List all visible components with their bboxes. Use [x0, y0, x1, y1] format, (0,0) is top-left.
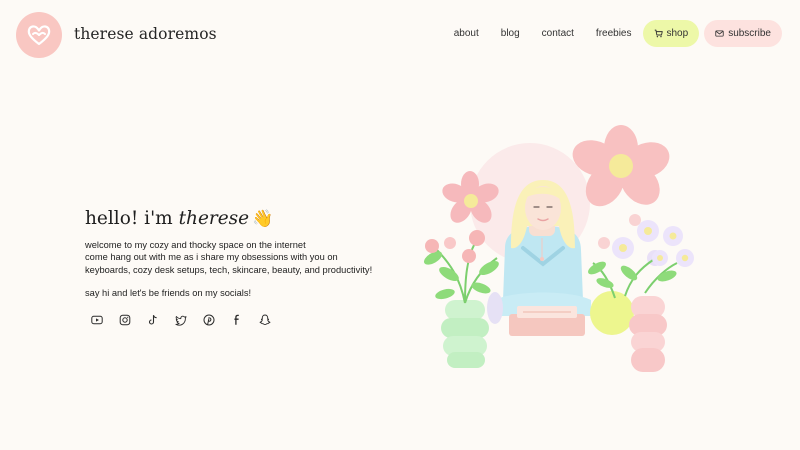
- intro-line: keyboards, cozy desk setups, tech, skinc…: [85, 264, 373, 275]
- intro-text: welcome to my cozy and thocky space on t…: [85, 239, 405, 276]
- yellow-vase: [590, 291, 634, 335]
- nav-about[interactable]: about: [454, 28, 479, 39]
- intro-line: welcome to my cozy and thocky space on t…: [85, 240, 306, 250]
- subscribe-button[interactable]: subscribe: [704, 20, 782, 47]
- twitter-icon: [175, 315, 187, 326]
- hero-section: hello! i'm therese 👋 welcome to my cozy a…: [85, 208, 405, 298]
- tiktok-link[interactable]: [147, 314, 159, 326]
- cart-icon: [654, 29, 663, 38]
- waving-hand-icon: 👋: [252, 209, 274, 229]
- green-vase: [441, 300, 489, 368]
- lavender-vase: [487, 292, 503, 324]
- pinterest-icon: [203, 314, 215, 326]
- main-nav: about blog contact freebies shop subscri…: [454, 20, 782, 47]
- snapchat-icon: [259, 314, 271, 326]
- instagram-link[interactable]: [119, 314, 131, 326]
- right-bouquet: [588, 214, 694, 299]
- greeting-prefix: hello! i'm: [85, 208, 173, 229]
- youtube-icon: [91, 315, 103, 325]
- shop-button[interactable]: shop: [642, 20, 700, 47]
- snapchat-link[interactable]: [259, 314, 271, 326]
- nav-blog[interactable]: blog: [501, 28, 520, 39]
- youtube-link[interactable]: [91, 314, 103, 326]
- pinterest-link[interactable]: [203, 314, 215, 326]
- socials-callout: say hi and let's be friends on my social…: [85, 288, 252, 299]
- subscribe-label: subscribe: [728, 28, 771, 39]
- twitter-link[interactable]: [175, 314, 187, 326]
- greeting-heading: hello! i'm therese 👋: [85, 208, 405, 229]
- heart-hands-icon: [27, 25, 51, 46]
- social-links: [91, 314, 271, 326]
- pink-vase: [629, 296, 667, 372]
- intro-line: come hang out with me as i share my obse…: [85, 252, 338, 263]
- logo[interactable]: [16, 12, 62, 58]
- nav-contact[interactable]: contact: [542, 28, 574, 39]
- facebook-link[interactable]: [231, 314, 243, 326]
- tiktok-icon: [148, 315, 157, 325]
- facebook-icon: [234, 314, 239, 325]
- site-title[interactable]: therese adoremos: [74, 25, 217, 43]
- greeting-name: therese: [178, 208, 250, 229]
- shop-label: shop: [666, 28, 689, 39]
- hero-illustration: [423, 125, 694, 372]
- instagram-icon: [119, 314, 131, 326]
- nav-freebies[interactable]: freebies: [596, 28, 632, 39]
- mail-icon: [715, 30, 724, 37]
